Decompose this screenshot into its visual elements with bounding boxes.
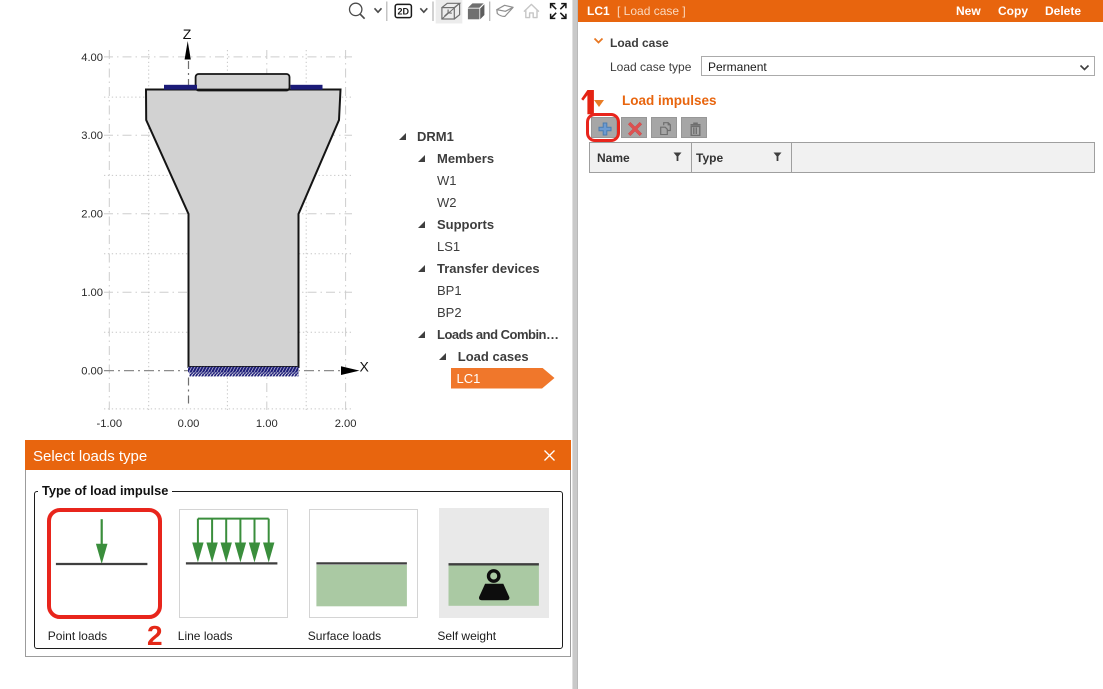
svg-text:0.00: 0.00 [81, 366, 103, 378]
svg-text:2.00: 2.00 [81, 209, 103, 221]
svg-text:0.00: 0.00 [178, 418, 200, 430]
svg-text:Z: Z [183, 26, 192, 42]
svg-text:1.00: 1.00 [81, 287, 103, 299]
svg-text:X: X [360, 359, 370, 375]
svg-text:-1.00: -1.00 [97, 418, 123, 430]
svg-text:3.00: 3.00 [81, 130, 103, 142]
svg-text:2.00: 2.00 [335, 418, 357, 430]
svg-text:1.00: 1.00 [256, 418, 278, 430]
svg-text:2D: 2D [398, 7, 410, 17]
svg-text:4.00: 4.00 [81, 52, 103, 64]
